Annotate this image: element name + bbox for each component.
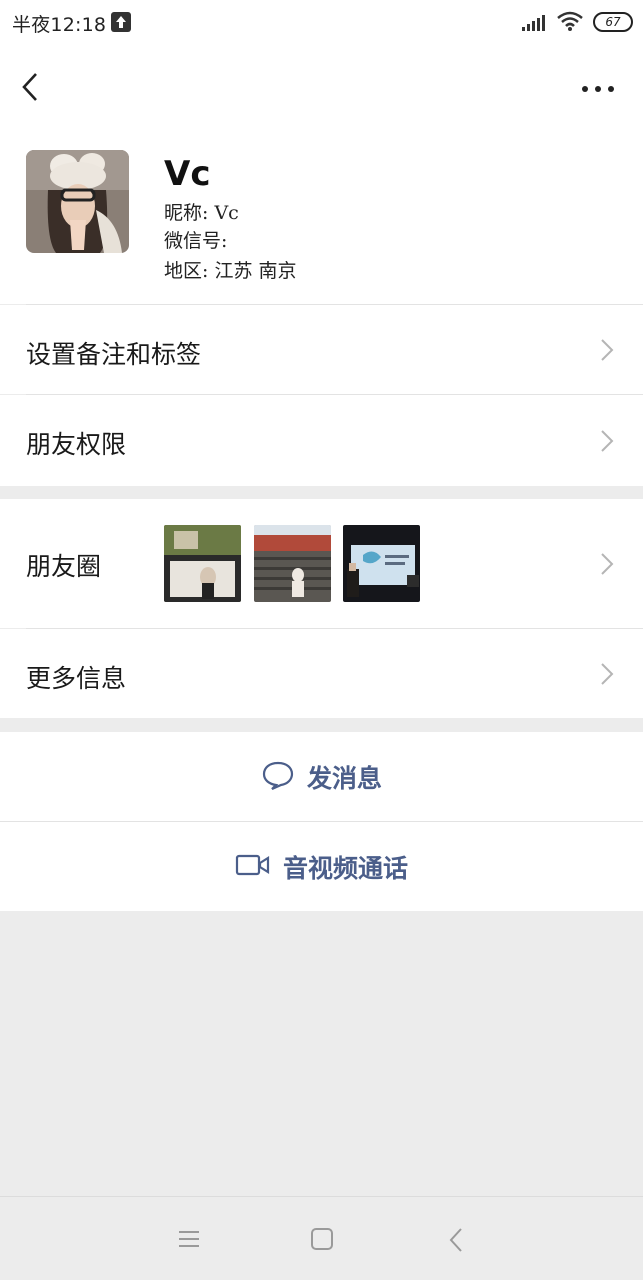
- wechat-id-line: 微信号:: [164, 230, 228, 252]
- nickname-line: 昵称: Vc: [164, 202, 239, 224]
- more-dots-icon[interactable]: [580, 80, 616, 92]
- top-navbar: [0, 46, 643, 126]
- status-time: 半夜12:18: [12, 14, 107, 36]
- back-chevron-icon[interactable]: [20, 72, 42, 102]
- chevron-right-icon: [600, 662, 614, 686]
- system-nav-bar: [0, 1196, 643, 1280]
- chevron-right-icon: [600, 552, 614, 576]
- remark-tags-row[interactable]: 设置备注和标签: [0, 305, 643, 394]
- send-message-content: 发消息: [0, 732, 643, 821]
- remark-tags-label: 设置备注和标签: [26, 340, 202, 369]
- more-info-label: 更多信息: [26, 664, 127, 693]
- friend-permissions-label: 朋友权限: [26, 430, 127, 459]
- more-info-row[interactable]: 更多信息: [0, 629, 643, 718]
- system-back-icon[interactable]: [448, 1227, 464, 1257]
- chevron-right-icon: [600, 338, 614, 362]
- region-line: 地区: 江苏 南京: [164, 260, 297, 282]
- signal-icon: [521, 14, 547, 32]
- send-message-label: 发消息: [306, 763, 382, 793]
- avatar[interactable]: [26, 150, 129, 253]
- wifi-icon: [556, 10, 584, 32]
- video-call-label: 音视频通话: [282, 853, 408, 883]
- moments-thumbnail: [164, 525, 241, 602]
- home-icon[interactable]: [310, 1227, 334, 1255]
- moments-thumbnail: [254, 525, 331, 602]
- status-bar: 半夜12:18 67: [0, 0, 643, 46]
- profile-card: Vc 昵称: Vc 微信号: 地区: 江苏 南京: [0, 126, 643, 304]
- moments-label: 朋友圈: [26, 552, 102, 581]
- friend-permissions-row[interactable]: 朋友权限: [0, 395, 643, 486]
- moments-row[interactable]: 朋友圈: [0, 499, 643, 628]
- video-camera-icon: [235, 853, 271, 881]
- chevron-right-icon: [600, 429, 614, 453]
- moments-thumbnail: [343, 525, 420, 602]
- upload-icon: [111, 12, 131, 32]
- send-message-button[interactable]: 发消息: [0, 732, 643, 821]
- menu-icon[interactable]: [178, 1229, 200, 1253]
- video-call-button[interactable]: 音视频通话: [0, 822, 643, 911]
- battery-icon: 67: [593, 12, 633, 32]
- chat-bubble-icon: [261, 760, 295, 794]
- display-name: Vc: [164, 154, 211, 194]
- video-call-content: 音视频通话: [0, 822, 643, 911]
